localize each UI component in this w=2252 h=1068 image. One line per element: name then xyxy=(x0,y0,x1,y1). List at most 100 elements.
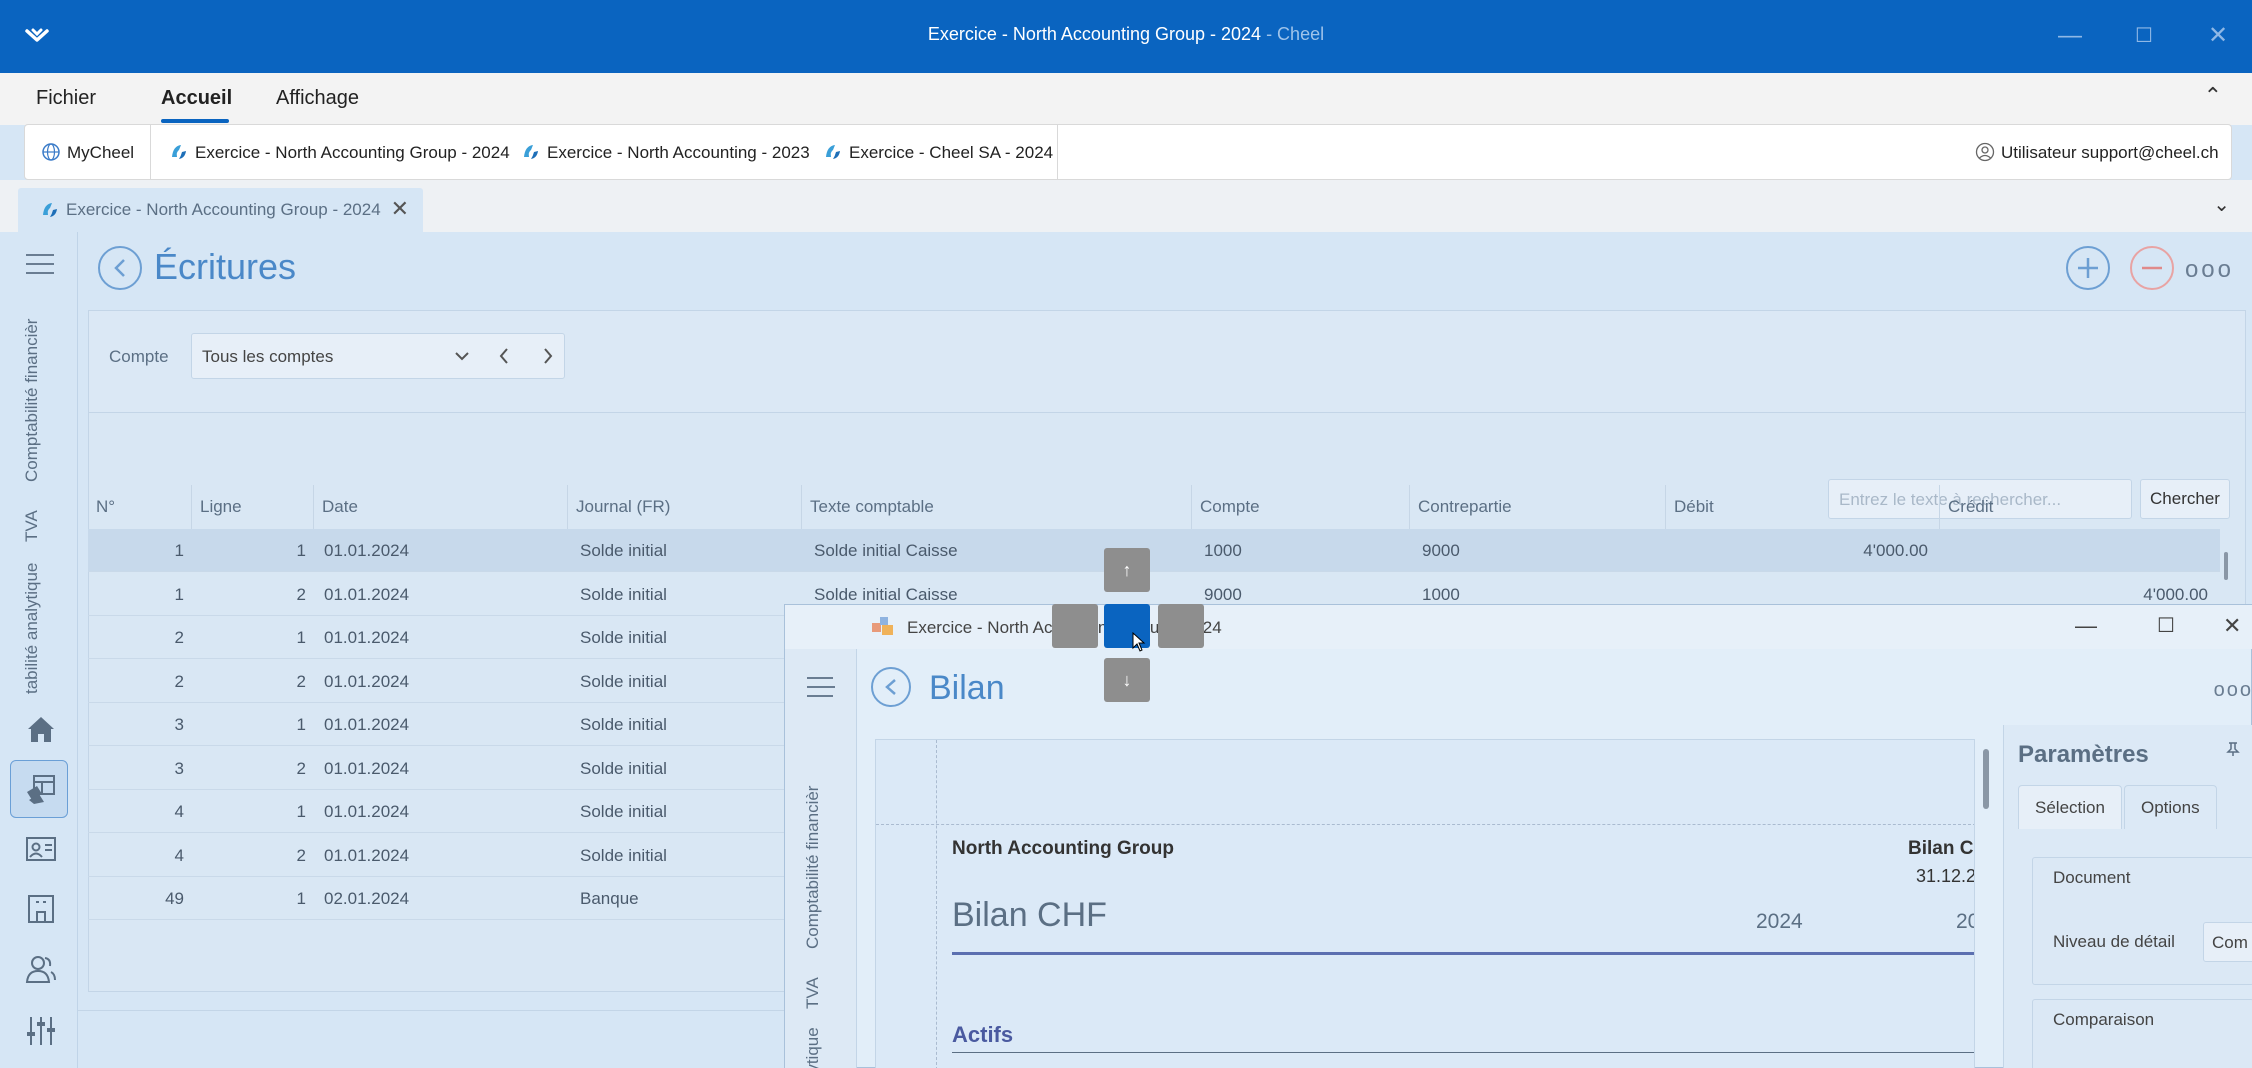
document-tabs: Exercice - North Accounting Group - 2024… xyxy=(0,180,2252,232)
cell-date: 01.01.2024 xyxy=(324,584,410,604)
floating-sidebar-tva[interactable]: TVA xyxy=(803,977,823,1009)
cell-no: 4 xyxy=(174,802,184,821)
collapse-ribbon-icon[interactable]: ⌃ xyxy=(2204,83,2222,109)
arrow-down-icon: ↓ xyxy=(1122,670,1132,690)
window-title: Exercice - North Accounting Group - 2024… xyxy=(927,24,1325,44)
menu-bar: Fichier Accueil Affichage ⌃ xyxy=(0,73,2252,125)
floating-maximize-button[interactable]: ☐ xyxy=(2157,613,2175,638)
chevron-down-icon[interactable] xyxy=(454,350,470,362)
ribbon-mycheel[interactable]: MyCheel xyxy=(41,142,134,163)
pin-icon[interactable] xyxy=(2225,741,2241,757)
cell-credit: 4'000.00 xyxy=(2143,584,2208,604)
chevron-left-icon[interactable] xyxy=(498,347,510,365)
floating-minimize-button[interactable]: — xyxy=(2075,613,2097,639)
cell-ligne: 1 xyxy=(296,541,306,560)
col-header-debit[interactable]: Débit xyxy=(1666,485,1940,529)
remove-button[interactable] xyxy=(2130,246,2174,290)
table-row[interactable]: 1 1 01.01.2024 Solde initial Solde initial C… xyxy=(88,529,2220,572)
journal-entries-icon[interactable] xyxy=(24,772,58,806)
floating-sidebar: Comptabilité financièr TVA é analytique xyxy=(785,649,857,1068)
col-header-ligne[interactable]: Ligne xyxy=(192,485,314,529)
cell-ligne: 1 xyxy=(296,889,306,908)
report-year-previous: 20 xyxy=(1956,910,1974,933)
menu-affichage[interactable]: Affichage xyxy=(276,87,359,110)
ribbon-exercise-nag-2024[interactable]: Exercice - North Accounting Group - 2024 xyxy=(169,142,510,163)
sidebar-item-tva[interactable]: TVA xyxy=(22,510,42,542)
contact-card-icon[interactable] xyxy=(24,832,58,866)
col-header-contrepartie[interactable]: Contrepartie xyxy=(1410,485,1666,529)
ribbon-exercise-cheel-2024[interactable]: Exercice - Cheel SA - 2024 xyxy=(823,142,1053,163)
cell-date: 01.01.2024 xyxy=(324,758,410,778)
cell-no: 3 xyxy=(174,715,184,734)
table-scrollbar[interactable] xyxy=(2224,552,2228,580)
parameters-panel: Paramètres Sélection Options Document Ni… xyxy=(2003,725,2252,1068)
sidebar-item-analytique[interactable]: tabilité analytique xyxy=(22,563,42,694)
account-select[interactable]: Tous les comptes xyxy=(191,333,565,379)
floating-more-options-icon[interactable]: ooo xyxy=(2214,679,2252,702)
users-icon[interactable] xyxy=(24,952,58,986)
report-section-actifs: Actifs xyxy=(952,1022,1014,1047)
report-right-title: Bilan CI xyxy=(1908,838,1975,859)
floating-page-header: Bilan ooo xyxy=(857,649,2252,715)
report-scrollbar[interactable] xyxy=(1983,749,1989,809)
menu-fichier[interactable]: Fichier xyxy=(36,87,96,110)
dock-top-guide[interactable]: ↑ xyxy=(1104,548,1150,592)
hamburger-menu-icon[interactable] xyxy=(26,254,54,274)
floating-close-button[interactable]: ✕ xyxy=(2223,613,2241,639)
col-header-no[interactable]: N° xyxy=(88,485,192,529)
cell-texte: Solde initial Caisse xyxy=(814,584,958,604)
chevron-right-icon[interactable] xyxy=(542,347,554,365)
cell-journal: Solde initial xyxy=(580,758,667,778)
col-header-journal[interactable]: Journal (FR) xyxy=(568,485,802,529)
close-button[interactable]: ✕ xyxy=(2198,18,2238,54)
sidebar-item-comptabilite-financiere[interactable]: Comptabilité financièr xyxy=(22,319,42,482)
cell-ligne: 2 xyxy=(296,584,306,604)
detail-level-select[interactable]: Com xyxy=(2203,922,2252,962)
col-header-credit[interactable]: Crédit xyxy=(1940,485,2220,529)
chevron-left-icon xyxy=(885,679,896,695)
floating-window-bilan: Exercice - North Accounting Group - 2024… xyxy=(784,604,2252,1068)
col-header-compte[interactable]: Compte xyxy=(1192,485,1410,529)
building-icon[interactable] xyxy=(24,892,58,926)
ribbon-user[interactable]: Utilisateur support@cheel.ch xyxy=(1975,142,2219,163)
col-header-texte[interactable]: Texte comptable xyxy=(802,485,1192,529)
maximize-button[interactable]: ☐ xyxy=(2124,18,2164,54)
dock-right-guide[interactable] xyxy=(1158,604,1204,648)
cell-journal: Banque xyxy=(580,889,639,908)
report-title-rule xyxy=(952,952,1974,955)
document-tab-active[interactable]: Exercice - North Accounting Group - 2024… xyxy=(18,188,423,232)
user-icon xyxy=(1975,142,1995,162)
back-button[interactable] xyxy=(98,246,142,290)
report-preview: North Accounting Group Bilan CI 31.12.2(… xyxy=(875,739,1975,1068)
home-icon[interactable] xyxy=(24,712,58,746)
col-header-date[interactable]: Date xyxy=(314,485,568,529)
group-comparison: Comparaison xyxy=(2032,999,2252,1068)
page-header: Écritures ooo xyxy=(78,232,2252,302)
ribbon-separator xyxy=(150,125,151,179)
ribbon-exercise-na-2023[interactable]: Exercice - North Accounting - 2023 xyxy=(521,142,810,163)
tabs-overflow-icon[interactable]: ⌄ xyxy=(2213,192,2230,217)
more-options-icon[interactable]: ooo xyxy=(2185,256,2234,284)
report-date: 31.12.2( xyxy=(1916,866,1974,886)
dock-bottom-guide[interactable]: ↓ xyxy=(1104,658,1150,702)
floating-sidebar-comptabilite[interactable]: Comptabilité financièr xyxy=(803,786,823,949)
ribbon-separator xyxy=(1057,125,1058,179)
menu-accueil[interactable]: Accueil xyxy=(161,87,232,110)
cell-texte: Solde initial Caisse xyxy=(814,541,958,560)
floating-sidebar-analytique[interactable]: é analytique xyxy=(803,1027,823,1068)
floating-back-button[interactable] xyxy=(871,667,911,707)
group-comparison-header[interactable]: Comparaison xyxy=(2053,1010,2154,1030)
floating-window-titlebar[interactable]: Exercice - North Accounting Group - 2024… xyxy=(785,605,2252,649)
tab-options[interactable]: Options xyxy=(2124,785,2217,829)
close-tab-icon[interactable]: ✕ xyxy=(391,196,409,222)
cell-journal: Solde initial xyxy=(580,671,667,691)
add-button[interactable] xyxy=(2066,246,2110,290)
settings-sliders-icon[interactable] xyxy=(24,1014,58,1048)
dock-left-guide[interactable] xyxy=(1052,604,1098,648)
group-document-header[interactable]: Document xyxy=(2053,868,2130,888)
minimize-button[interactable]: — xyxy=(2050,18,2090,54)
cell-no: 1 xyxy=(174,541,184,560)
tab-selection[interactable]: Sélection xyxy=(2018,785,2122,829)
cell-date: 01.01.2024 xyxy=(324,541,410,560)
hamburger-menu-icon[interactable] xyxy=(807,677,835,697)
